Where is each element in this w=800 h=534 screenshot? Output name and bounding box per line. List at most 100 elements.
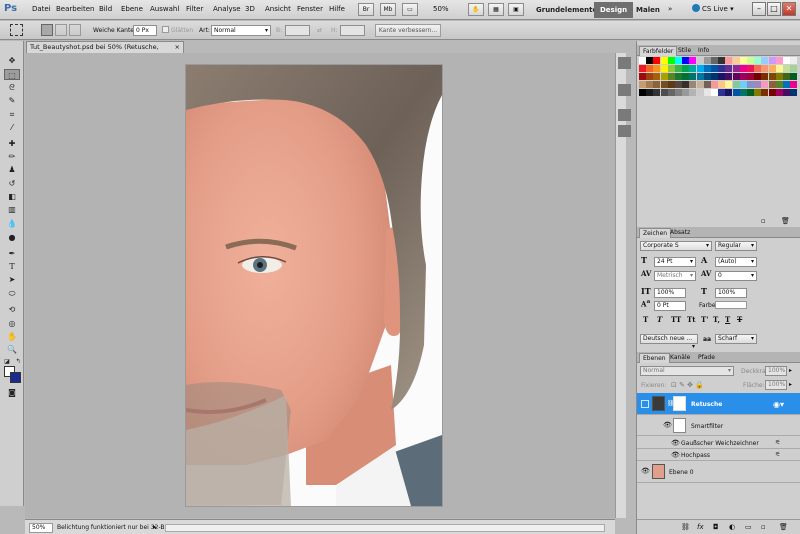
menu-fenster[interactable]: Fenster: [297, 5, 323, 13]
hand-tool-icon[interactable]: ✋: [4, 331, 20, 342]
color-swatch[interactable]: [754, 57, 762, 64]
color-swatch[interactable]: [653, 57, 661, 64]
3d-orbit-icon[interactable]: ◎: [4, 318, 20, 329]
workspace-grundelemente[interactable]: Grundelemente: [530, 2, 603, 18]
tab-stile[interactable]: Stile: [675, 46, 694, 56]
refine-edge-button[interactable]: Kante verbessern...: [375, 24, 441, 37]
swatch-grid[interactable]: [639, 57, 799, 117]
menu-hilfe[interactable]: Hilfe: [329, 5, 345, 13]
color-swatch[interactable]: [696, 81, 704, 88]
color-swatch[interactable]: [711, 65, 718, 72]
color-swatch[interactable]: [689, 57, 697, 64]
zoom-tool-icon[interactable]: 🔍: [4, 344, 20, 355]
color-swatch[interactable]: [718, 73, 726, 80]
minimize-icon[interactable]: –: [752, 2, 766, 16]
adjustments-panel-icon[interactable]: [618, 84, 631, 96]
color-swatch[interactable]: [667, 81, 675, 88]
font-size-field[interactable]: 24 Pt ▾: [654, 257, 696, 267]
color-swatch[interactable]: [718, 89, 726, 96]
blend-mode-select[interactable]: Normal ▾: [640, 366, 734, 376]
color-swatch[interactable]: [639, 89, 646, 96]
fill-slider-icon[interactable]: ▸: [789, 381, 792, 388]
style-select[interactable]: Normal ▾: [211, 25, 271, 36]
color-swatch[interactable]: [646, 81, 654, 88]
leading-field[interactable]: (Auto) ▾: [715, 257, 757, 267]
add-selection-icon[interactable]: [55, 24, 67, 36]
tracking-field[interactable]: 0 ▾: [715, 271, 757, 281]
blur-tool-icon[interactable]: 💧: [4, 218, 20, 229]
color-swatch[interactable]: [718, 65, 726, 72]
color-swatch[interactable]: [703, 73, 711, 80]
maximize-icon[interactable]: □: [767, 2, 781, 16]
workspace-more-icon[interactable]: »: [668, 5, 672, 13]
group-icon[interactable]: ▭: [745, 523, 752, 531]
status-zoom-field[interactable]: 50%: [29, 523, 53, 533]
adjustment-layer-icon[interactable]: ◐: [729, 523, 735, 531]
history-brush-icon[interactable]: ↺: [4, 178, 20, 189]
color-swatch[interactable]: [675, 89, 682, 96]
layer-row-smartfilter[interactable]: 👁 Smartfilter: [637, 416, 800, 436]
antialias-checkbox[interactable]: [162, 26, 169, 33]
color-swatch[interactable]: [696, 73, 704, 80]
color-swatch[interactable]: [768, 73, 776, 80]
color-swatch[interactable]: [761, 65, 769, 72]
layer-name-smartfilter[interactable]: Smartfilter: [691, 423, 723, 430]
color-swatch[interactable]: [667, 73, 675, 80]
dodge-tool-icon[interactable]: ●: [4, 232, 20, 243]
gradient-icon[interactable]: ▥: [4, 204, 20, 215]
width-field[interactable]: [285, 25, 310, 36]
layer-name-retusche[interactable]: Retusche: [691, 401, 722, 408]
color-swatch[interactable]: [696, 65, 704, 72]
color-swatch[interactable]: [747, 65, 754, 72]
color-swatch[interactable]: [696, 89, 704, 96]
eye-icon[interactable]: 👁: [641, 467, 650, 475]
color-swatch[interactable]: [653, 89, 661, 96]
path-selection-icon[interactable]: ➤: [4, 274, 20, 285]
color-swatch[interactable]: [754, 89, 762, 96]
color-swatch[interactable]: [703, 81, 711, 88]
marquee-tool-icon[interactable]: ⬚: [4, 69, 20, 80]
color-swatch[interactable]: [775, 57, 783, 64]
close-document-icon[interactable]: ×: [175, 42, 180, 53]
color-swatch[interactable]: [790, 73, 798, 80]
color-swatch[interactable]: [783, 81, 790, 88]
menu-datei[interactable]: Datei: [32, 5, 51, 13]
strikethrough-button[interactable]: T: [737, 315, 742, 324]
swatches-panel-icon[interactable]: [618, 57, 631, 69]
move-tool-icon[interactable]: ✥: [4, 55, 20, 66]
color-swatch[interactable]: [639, 81, 646, 88]
color-swatch[interactable]: [711, 73, 718, 80]
hand-icon[interactable]: ✋: [468, 3, 484, 16]
screen-mode-icon[interactable]: ▣: [508, 3, 524, 16]
crop-tool-icon[interactable]: ⌗: [4, 109, 20, 120]
menu-bearbeiten[interactable]: Bearbeiten: [56, 5, 94, 13]
underline-button[interactable]: T: [725, 315, 730, 324]
color-swatch[interactable]: [653, 65, 661, 72]
color-swatch[interactable]: [660, 73, 668, 80]
brush-tool-icon[interactable]: ✏: [4, 151, 20, 162]
arrange-documents-icon[interactable]: ▦: [488, 3, 504, 16]
filter-options-icon[interactable]: ⚟: [775, 439, 780, 446]
color-swatch[interactable]: [754, 73, 762, 80]
font-style-select[interactable]: Regular ▾: [715, 241, 757, 251]
color-swatch[interactable]: [725, 81, 733, 88]
color-swatch[interactable]: [725, 57, 733, 64]
color-swatch[interactable]: [639, 73, 646, 80]
new-swatch-icon[interactable]: ▫: [761, 217, 766, 225]
tab-info[interactable]: Info: [695, 46, 712, 56]
color-swatch[interactable]: [747, 57, 754, 64]
color-swatch[interactable]: [783, 89, 790, 96]
menu-auswahl[interactable]: Auswahl: [150, 5, 179, 13]
history-panel-icon[interactable]: [618, 125, 631, 137]
filter-options-icon[interactable]: ⚟: [775, 451, 780, 458]
lock-pixels-icon[interactable]: ⊡ ✎ ✥ 🔒: [671, 381, 704, 389]
horizontal-scrollbar[interactable]: [165, 524, 605, 532]
color-swatch[interactable]: [790, 65, 798, 72]
eye-icon[interactable]: 👁: [671, 439, 680, 447]
lasso-tool-icon[interactable]: ᘓ: [4, 82, 20, 93]
layer-name-ebene0[interactable]: Ebene 0: [669, 469, 694, 476]
extras-icon[interactable]: ▭: [402, 3, 418, 16]
filter-name-highpass[interactable]: Hochpass: [681, 452, 710, 459]
delete-layer-icon[interactable]: 🗑: [779, 523, 788, 531]
opacity-field[interactable]: 100%: [765, 366, 787, 376]
